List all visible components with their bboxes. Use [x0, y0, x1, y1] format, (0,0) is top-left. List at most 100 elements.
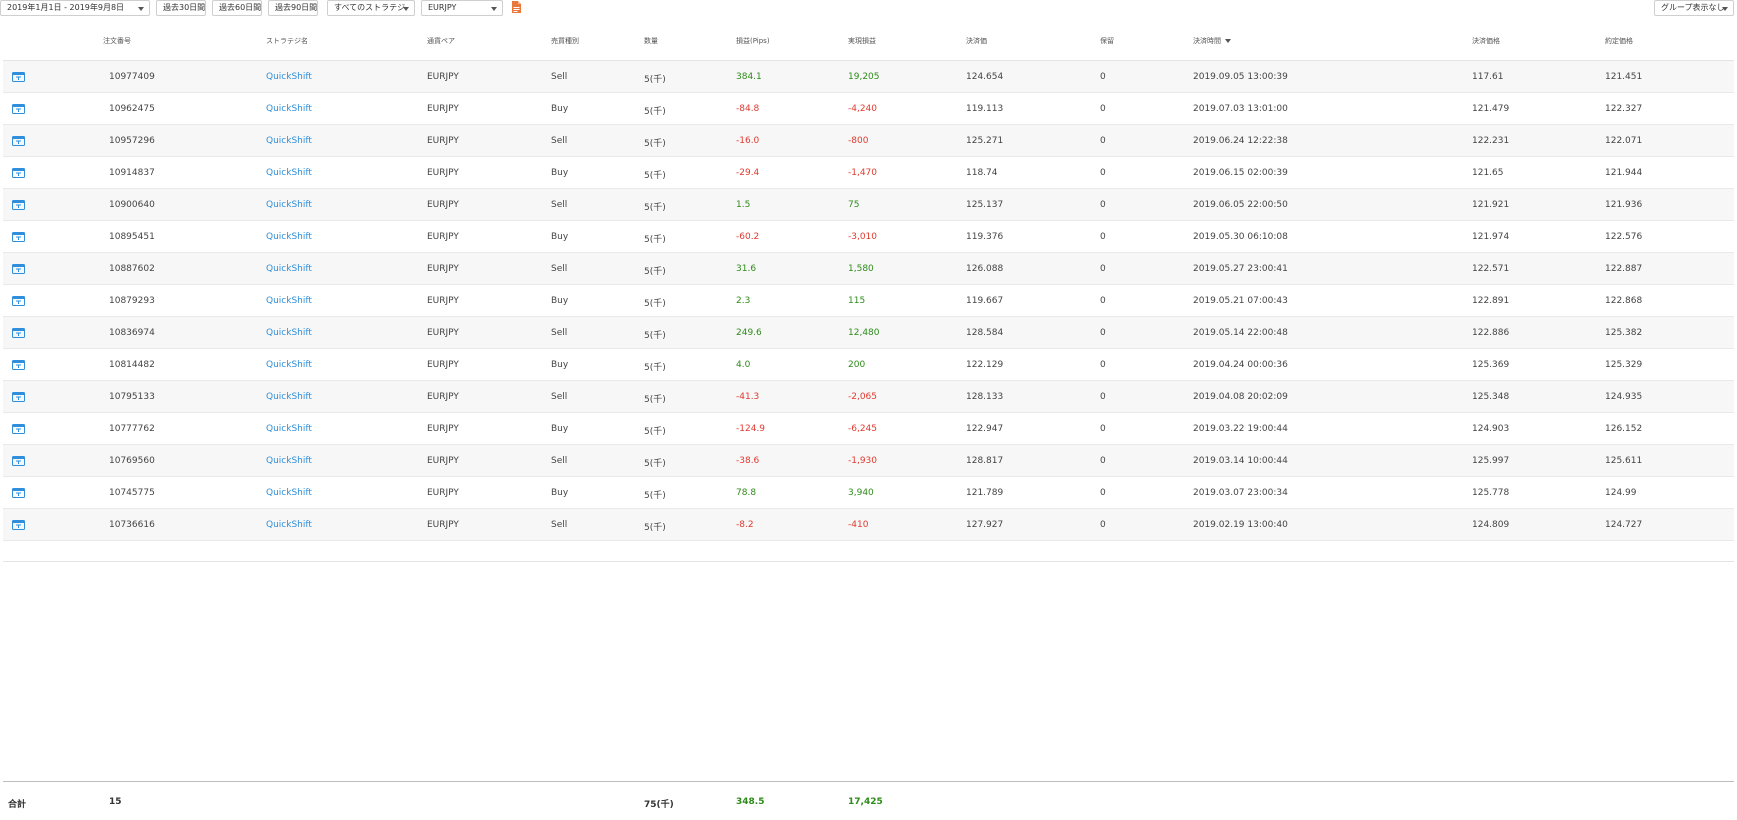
settle-price-cell: 121.479: [1472, 104, 1510, 114]
exec-price-cell: 122.327: [1605, 104, 1643, 114]
qty-cell: 5(千): [644, 523, 666, 533]
detail-icon[interactable]: [12, 200, 25, 210]
strategy-link[interactable]: QuickShift: [266, 136, 312, 146]
order-no-cell: 10814482: [109, 360, 155, 370]
realized-cell: -1,930: [848, 456, 878, 466]
header-exec-price[interactable]: 約定価格: [1605, 36, 1633, 46]
settle-time-cell: 2019.04.08 20:02:09: [1193, 392, 1288, 402]
rollover-cell: 128.133: [966, 392, 1004, 402]
detail-icon[interactable]: [12, 72, 25, 82]
header-settle-price[interactable]: 決済価格: [1472, 36, 1500, 46]
group-display-label: グループ表示なし: [1661, 3, 1725, 12]
header-order-no[interactable]: 注文番号: [103, 36, 131, 46]
table-row: 10914837 QuickShift EURJPY Buy 5(千) -29.4 -1,4…: [3, 157, 1734, 189]
strategy-link[interactable]: QuickShift: [266, 360, 312, 370]
side-cell: Buy: [551, 360, 569, 370]
header-pair[interactable]: 通貨ペア: [427, 36, 455, 46]
header-realized[interactable]: 実現損益: [848, 36, 876, 46]
detail-icon[interactable]: [12, 296, 25, 306]
currency-pair-label: EURJPY: [428, 3, 457, 12]
strategy-link[interactable]: QuickShift: [266, 168, 312, 178]
detail-icon[interactable]: [12, 264, 25, 274]
side-cell: Sell: [551, 136, 568, 146]
detail-icon[interactable]: [12, 456, 25, 466]
realized-cell: 19,205: [848, 72, 880, 82]
date-range-select[interactable]: 2019年1月1日 - 2019年9月8日: [0, 0, 150, 16]
settle-time-cell: 2019.09.05 13:00:39: [1193, 72, 1288, 82]
settle-price-cell: 122.891: [1472, 296, 1510, 306]
strategy-link[interactable]: QuickShift: [266, 232, 312, 242]
pdf-icon[interactable]: [511, 1, 522, 14]
rollover-cell: 126.088: [966, 264, 1004, 274]
sort-desc-icon: [1225, 39, 1231, 43]
totals-pips: 348.5: [736, 797, 765, 807]
detail-icon[interactable]: [12, 488, 25, 498]
detail-icon[interactable]: [12, 232, 25, 242]
strategy-link[interactable]: QuickShift: [266, 424, 312, 434]
header-side[interactable]: 売買種別: [551, 36, 579, 46]
pair-cell: EURJPY: [427, 136, 459, 146]
pair-cell: EURJPY: [427, 328, 459, 338]
table-header: 注文番号 ストラテジ名 通貨ペア 売買種別 数量 損益(Pips) 実現損益 決…: [3, 26, 1734, 61]
exec-price-cell: 124.99: [1605, 488, 1637, 498]
qty-cell: 5(千): [644, 235, 666, 245]
order-no-cell: 10736616: [109, 520, 155, 530]
header-qty[interactable]: 数量: [644, 36, 658, 46]
detail-icon[interactable]: [12, 392, 25, 402]
header-pips[interactable]: 損益(Pips): [736, 36, 770, 46]
settle-price-cell: 121.65: [1472, 168, 1504, 178]
group-display-select[interactable]: グループ表示なし: [1654, 0, 1734, 16]
strategy-link[interactable]: QuickShift: [266, 200, 312, 210]
detail-icon[interactable]: [12, 168, 25, 178]
order-no-cell: 10962475: [109, 104, 155, 114]
strategy-link[interactable]: QuickShift: [266, 104, 312, 114]
strategy-link[interactable]: QuickShift: [266, 264, 312, 274]
qty-cell: 5(千): [644, 491, 666, 501]
strategy-link[interactable]: QuickShift: [266, 328, 312, 338]
exec-price-cell: 121.936: [1605, 200, 1643, 210]
detail-icon[interactable]: [12, 104, 25, 114]
rollover-cell: 118.74: [966, 168, 998, 178]
table-row: 10736616 QuickShift EURJPY Sell 5(千) -8.2 -410…: [3, 509, 1734, 541]
realized-cell: 200: [848, 360, 866, 370]
order-no-cell: 10879293: [109, 296, 155, 306]
realized-cell: 12,480: [848, 328, 880, 338]
last-30-days-label: 過去30日間: [163, 3, 206, 12]
exec-price-cell: 121.451: [1605, 72, 1643, 82]
last-90-days-button[interactable]: 過去90日間: [268, 0, 318, 16]
detail-icon[interactable]: [12, 424, 25, 434]
settle-time-cell: 2019.03.07 23:00:34: [1193, 488, 1288, 498]
strategy-link[interactable]: QuickShift: [266, 456, 312, 466]
header-fee[interactable]: 保留: [1100, 36, 1114, 46]
exec-price-cell: 126.152: [1605, 424, 1643, 434]
realized-cell: -800: [848, 136, 869, 146]
header-rollover[interactable]: 決済価: [966, 36, 987, 46]
exec-price-cell: 125.329: [1605, 360, 1643, 370]
pair-cell: EURJPY: [427, 456, 459, 466]
detail-icon[interactable]: [12, 136, 25, 146]
pips-cell: -8.2: [736, 520, 754, 530]
fee-cell: 0: [1100, 424, 1106, 434]
last-30-days-button[interactable]: 過去30日間: [156, 0, 206, 16]
last-60-days-button[interactable]: 過去60日間: [212, 0, 262, 16]
settle-price-cell: 121.921: [1472, 200, 1510, 210]
side-cell: Sell: [551, 456, 568, 466]
qty-cell: 5(千): [644, 75, 666, 85]
header-strategy[interactable]: ストラテジ名: [266, 36, 308, 46]
header-settle-time[interactable]: 決済時間: [1193, 36, 1231, 46]
totals-count: 15: [109, 797, 122, 807]
strategy-link[interactable]: QuickShift: [266, 72, 312, 82]
strategy-link[interactable]: QuickShift: [266, 488, 312, 498]
qty-cell: 5(千): [644, 267, 666, 277]
strategy-link[interactable]: QuickShift: [266, 296, 312, 306]
realized-cell: -2,065: [848, 392, 878, 402]
pair-cell: EURJPY: [427, 520, 459, 530]
pips-cell: -16.0: [736, 136, 760, 146]
detail-icon[interactable]: [12, 328, 25, 338]
strategy-link[interactable]: QuickShift: [266, 392, 312, 402]
strategy-select[interactable]: すべてのストラテジ: [327, 0, 415, 16]
detail-icon[interactable]: [12, 360, 25, 370]
strategy-link[interactable]: QuickShift: [266, 520, 312, 530]
detail-icon[interactable]: [12, 520, 25, 530]
currency-pair-select[interactable]: EURJPY: [421, 0, 503, 16]
